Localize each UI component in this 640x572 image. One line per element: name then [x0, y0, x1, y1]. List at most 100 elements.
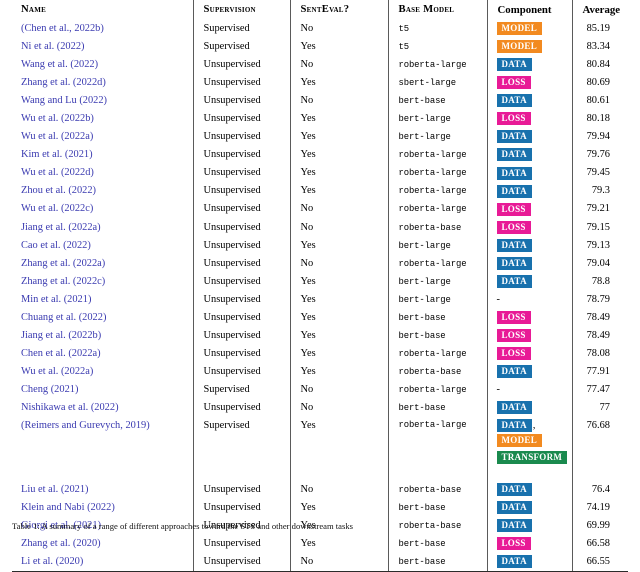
- table-row: Klein and Nabi (2022)UnsupervisedYesbert…: [12, 499, 628, 517]
- cell-supervision: Unsupervised: [193, 327, 290, 345]
- cell-supervision: Unsupervised: [193, 291, 290, 309]
- table-row: Liu et al. (2021)UnsupervisedNoroberta-b…: [12, 481, 628, 499]
- cell-senteval: No: [290, 20, 388, 38]
- gap-cell: [290, 465, 388, 481]
- citation-link[interactable]: (Chen et al., 2022b): [21, 23, 104, 34]
- cell-supervision: Unsupervised: [193, 219, 290, 237]
- citation-link[interactable]: Zhou et al. (2022): [21, 185, 96, 196]
- cell-base-model: bert-large: [388, 273, 487, 291]
- component-badge-data: DATA: [497, 94, 532, 107]
- component-badge-data: DATA: [497, 185, 532, 198]
- citation-link[interactable]: Wang et al. (2022): [21, 59, 98, 70]
- citation-link[interactable]: Ni et al. (2022): [21, 41, 84, 52]
- cell-average: 79.76: [572, 146, 628, 164]
- citation-link[interactable]: Zhang et al. (2022d): [21, 77, 106, 88]
- citation-link[interactable]: Chuang et al. (2022): [21, 312, 106, 323]
- component-badge-data: DATA: [497, 130, 532, 143]
- citation-link[interactable]: Chen et al. (2022a): [21, 348, 101, 359]
- header-row: Name Supervision SentEval? Base Model Co…: [12, 0, 628, 20]
- cell-component: DATA: [487, 481, 572, 499]
- citation-link[interactable]: (Reimers and Gurevych, 2019): [21, 420, 150, 431]
- component-badge-loss: LOSS: [497, 112, 531, 125]
- citation-link[interactable]: Min et al. (2021): [21, 294, 91, 305]
- cell-base-model: bert-large: [388, 128, 487, 146]
- cell-base-model: bert-large: [388, 291, 487, 309]
- table-row: Kim et al. (2021)UnsupervisedYesroberta-…: [12, 146, 628, 164]
- cell-component: DATA: [487, 553, 572, 572]
- cell-base-model: bert-base: [388, 92, 487, 110]
- cell-base-model: bert-base: [388, 399, 487, 417]
- cell-component: LOSS: [487, 309, 572, 327]
- cell-base-model: roberta-large: [388, 182, 487, 200]
- citation-link[interactable]: Zhang et al. (2022a): [21, 258, 105, 269]
- cell-supervision: Unsupervised: [193, 363, 290, 381]
- citation-link[interactable]: Wang and Lu (2022): [21, 95, 107, 106]
- cell-average: 78.08: [572, 345, 628, 363]
- citation-link[interactable]: Wu et al. (2022d): [21, 167, 94, 178]
- citation-link[interactable]: Zhang et al. (2020): [21, 538, 101, 549]
- cell-average: 83.34: [572, 38, 628, 56]
- cell-name: Kim et al. (2021): [12, 146, 193, 164]
- cell-senteval: Yes: [290, 291, 388, 309]
- citation-link[interactable]: Cheng (2021): [21, 384, 78, 395]
- cell-name: Chuang et al. (2022): [12, 309, 193, 327]
- cell-supervision: Unsupervised: [193, 309, 290, 327]
- gap-cell: [487, 465, 572, 481]
- cell-name: Wang et al. (2022): [12, 56, 193, 74]
- cell-senteval: Yes: [290, 164, 388, 182]
- cell-supervision: Unsupervised: [193, 499, 290, 517]
- citation-link[interactable]: Liu et al. (2021): [21, 484, 89, 495]
- cell-component: DATA: [487, 255, 572, 273]
- table-row: Li et al. (2020)UnsupervisedNobert-baseD…: [12, 553, 628, 572]
- cell-supervision: Unsupervised: [193, 200, 290, 218]
- citation-link[interactable]: Wu et al. (2022b): [21, 113, 94, 124]
- cell-component: LOSS: [487, 219, 572, 237]
- cell-component: DATA: [487, 363, 572, 381]
- citation-link[interactable]: Li et al. (2020): [21, 556, 83, 567]
- cell-supervision: Unsupervised: [193, 164, 290, 182]
- cell-senteval: Yes: [290, 535, 388, 553]
- component-none: -: [497, 294, 500, 305]
- citation-link[interactable]: Jiang et al. (2022a): [21, 222, 101, 233]
- citation-link[interactable]: Klein and Nabi (2022): [21, 502, 115, 513]
- cell-base-model: t5: [388, 20, 487, 38]
- citation-link[interactable]: Wu et al. (2022c): [21, 203, 93, 214]
- column-header-senteval: SentEval?: [290, 0, 388, 20]
- cell-component: DATA: [487, 164, 572, 182]
- cell-average: 77.47: [572, 381, 628, 399]
- citation-link[interactable]: Wu et al. (2022a): [21, 366, 93, 377]
- cell-base-model: bert-large: [388, 237, 487, 255]
- citation-link[interactable]: Zhang et al. (2022c): [21, 276, 105, 287]
- cell-name: Wang and Lu (2022): [12, 92, 193, 110]
- table-row: Ni et al. (2022)SupervisedYest5MODEL83.3…: [12, 38, 628, 56]
- citation-link[interactable]: Kim et al. (2021): [21, 149, 93, 160]
- citation-link[interactable]: Jiang et al. (2022b): [21, 330, 101, 341]
- citation-link[interactable]: Wu et al. (2022a): [21, 131, 93, 142]
- cell-component: DATA: [487, 499, 572, 517]
- table-row: Wang et al. (2022)UnsupervisedNoroberta-…: [12, 56, 628, 74]
- component-badge-loss: LOSS: [497, 203, 531, 216]
- table-row: Chuang et al. (2022)UnsupervisedYesbert-…: [12, 309, 628, 327]
- cell-component: DATA, MODELTRANSFORM: [487, 417, 572, 465]
- citation-link[interactable]: Nishikawa et al. (2022): [21, 402, 119, 413]
- results-table: Name Supervision SentEval? Base Model Co…: [12, 0, 628, 572]
- cell-component: MODEL: [487, 20, 572, 38]
- cell-average: 78.49: [572, 327, 628, 345]
- cell-name: Wu et al. (2022a): [12, 128, 193, 146]
- column-header-average: Average: [572, 0, 628, 20]
- cell-component: DATA: [487, 56, 572, 74]
- cell-average: 78.49: [572, 309, 628, 327]
- cell-component: LOSS: [487, 327, 572, 345]
- cell-supervision: Unsupervised: [193, 92, 290, 110]
- cell-average: 76.4: [572, 481, 628, 499]
- cell-supervision: Unsupervised: [193, 255, 290, 273]
- component-badge-data: DATA: [497, 239, 532, 252]
- cell-senteval: Yes: [290, 499, 388, 517]
- cell-base-model: roberta-large: [388, 417, 487, 465]
- cell-average: 80.61: [572, 92, 628, 110]
- citation-link[interactable]: Cao et al. (2022): [21, 240, 91, 251]
- cell-supervision: Unsupervised: [193, 345, 290, 363]
- cell-component: MODEL: [487, 38, 572, 56]
- component-badge-loss: LOSS: [497, 311, 531, 324]
- column-header-supervision: Supervision: [193, 0, 290, 20]
